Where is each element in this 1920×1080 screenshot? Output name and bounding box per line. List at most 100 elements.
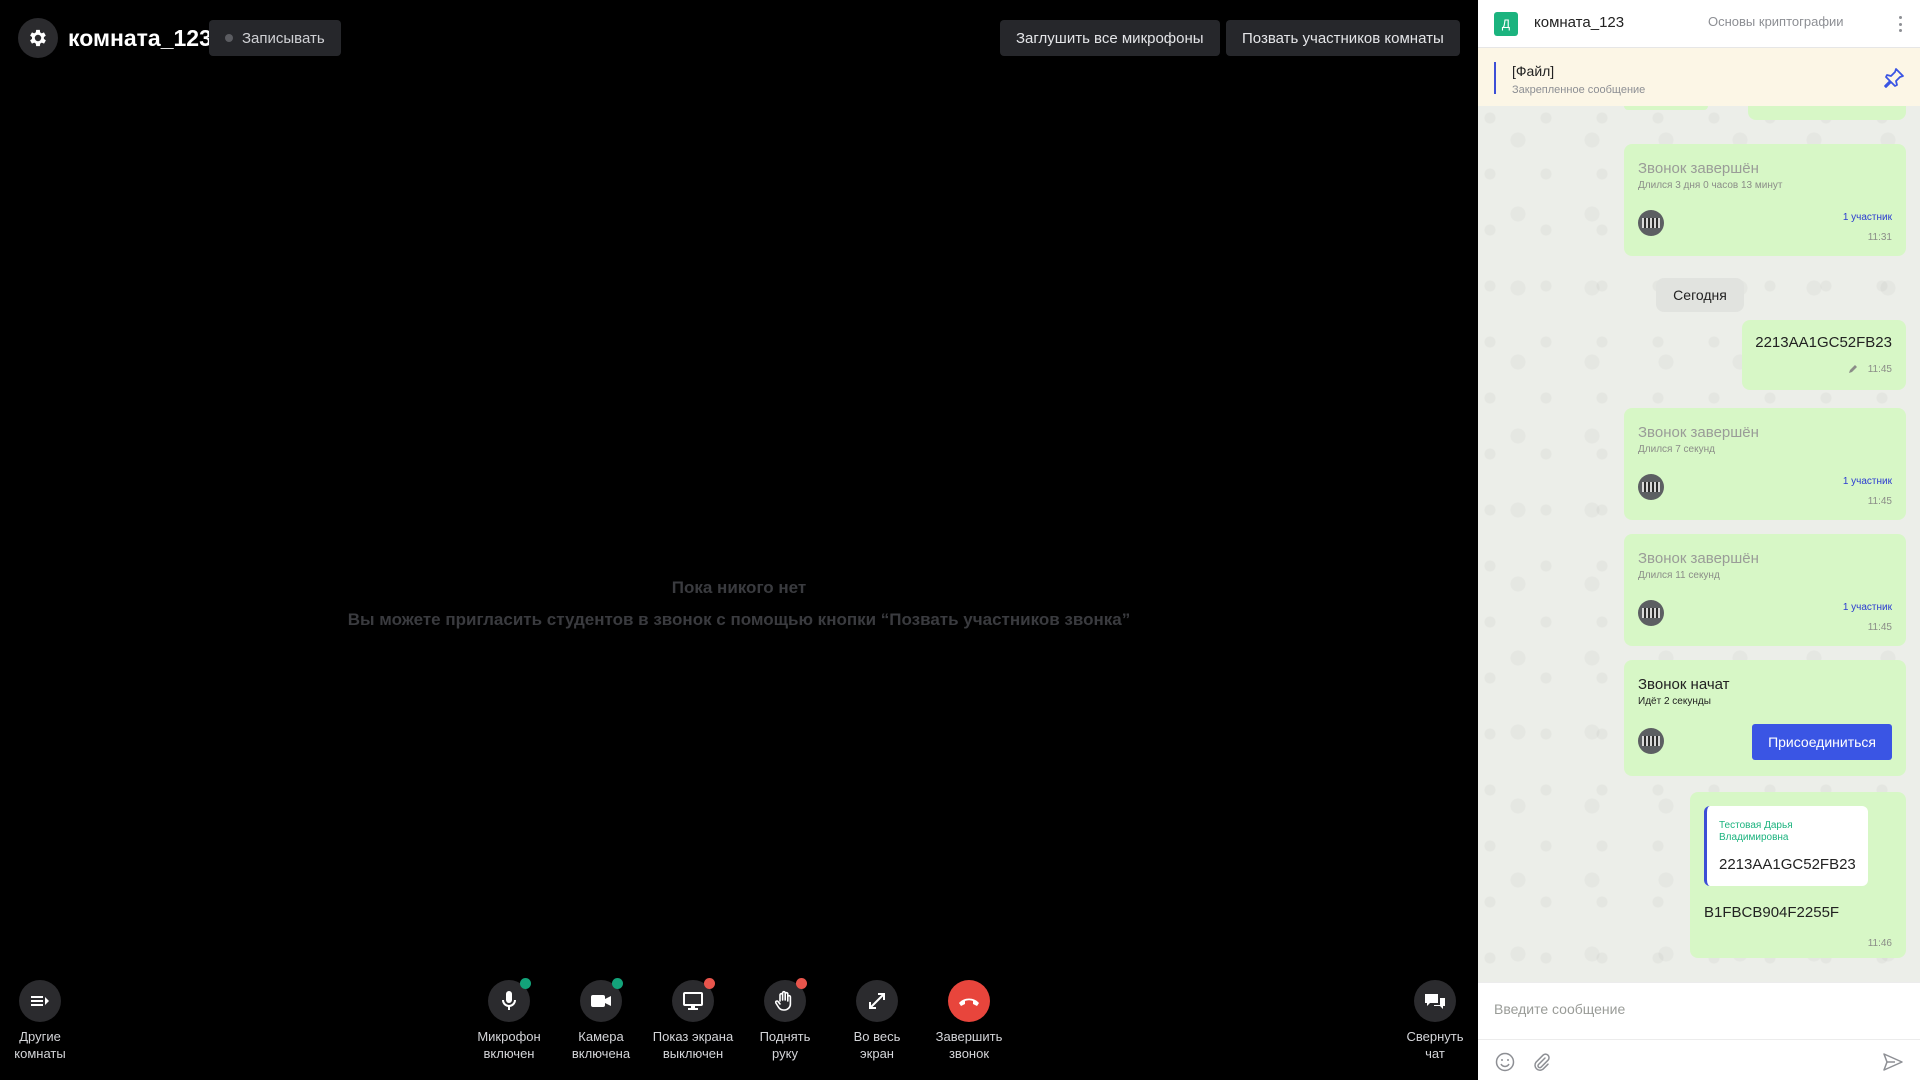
mic-control[interactable]: Микрофон включен [461,978,557,1062]
text-message[interactable]: 2213AA1GC52FB23 11:45 [1742,320,1906,390]
invite-participants-button[interactable]: Позвать участников комнаты [1226,20,1460,56]
end-call-button[interactable] [948,980,990,1022]
camera-status-indicator [612,978,623,989]
call-ended-message[interactable]: Звонок завершён Длился 3 дня 0 часов 13 … [1624,144,1906,256]
room-title: комната_123 [68,25,212,51]
smile-icon [1495,1052,1515,1072]
other-rooms-control[interactable]: Другие комнаты [0,980,88,1062]
record-button[interactable]: Записывать [209,20,341,56]
record-label: Записывать [242,29,325,47]
call-title: Звонок завершён [1638,424,1759,441]
message-text: B1FBCB904F2255F [1704,904,1840,921]
call-started-message[interactable]: Звонок начат Идёт 2 секунды Присоединить… [1624,660,1906,776]
attach-button[interactable] [1530,1051,1552,1073]
participant-avatar [1638,474,1664,500]
quoted-message[interactable]: Тестовая Дарья Владимировна 2213AA1GC52F… [1704,806,1868,886]
call-duration: Длился 3 дня 0 часов 13 минут [1638,180,1783,191]
raise-hand-control[interactable]: Поднять руку [737,978,833,1062]
mic-button[interactable] [488,978,531,1022]
call-duration: Длился 11 секунд [1638,570,1720,581]
hand-icon [775,990,792,1011]
call-ended-message[interactable]: Звонок завершён Длился 7 секунд 1 участн… [1624,408,1906,520]
call-ended-message[interactable]: Звонок завершён Длился 11 секунд 1 участ… [1624,534,1906,646]
call-area: комната_123 Записывать Заглушить все мик… [0,0,1478,1080]
send-icon [1883,1053,1903,1071]
app-window: комната_123 Записывать Заглушить все мик… [0,0,1920,1080]
raise-hand-button[interactable] [764,978,807,1022]
reply-message[interactable]: Тестовая Дарья Владимировна 2213AA1GC52F… [1690,792,1906,958]
screen-share-status-indicator [704,978,715,989]
more-options-icon[interactable] [1892,13,1908,35]
call-title: Звонок завершён [1638,160,1759,177]
camera-label: Камера включена [571,1029,631,1061]
hang-up-icon [959,998,979,1006]
chat-header: Д комната_123 Основы криптографии [1478,0,1920,48]
message-text: 2213AA1GC52FB23 [1755,334,1892,351]
expand-icon [869,993,885,1009]
raise-hand-status-indicator [796,978,807,989]
camera-control[interactable]: Камера включена [553,978,649,1062]
mic-label: Микрофон включен [477,1029,541,1061]
chat-panel: Д комната_123 Основы криптографии [Файл]… [1478,0,1920,1080]
call-title: Звонок начат [1638,676,1730,693]
rooms-list-icon [31,996,49,1006]
pinned-bar [1494,62,1496,94]
message-fragment [1624,106,1708,110]
collapse-chat-control[interactable]: Свернуть чат [1387,980,1483,1062]
quote-author: Тестовая Дарья Владимировна [1719,820,1793,843]
collapse-chat-button[interactable] [1414,980,1456,1022]
message-time: 11:46 [1867,938,1892,949]
microphone-icon [502,991,516,1010]
pinned-message[interactable]: [Файл] Закрепленное сообщение [1478,48,1920,106]
mute-all-button[interactable]: Заглушить все микрофоны [1000,20,1220,56]
settings-button[interactable] [18,18,58,58]
participant-avatar [1638,210,1664,236]
other-rooms-button[interactable] [19,980,61,1022]
empty-state-title: Пока никого нет [671,578,807,597]
camera-button[interactable] [580,978,623,1022]
join-call-button[interactable]: Присоединиться [1752,724,1892,760]
fullscreen-button[interactable] [856,980,898,1022]
monitor-icon [683,992,703,1010]
fullscreen-control[interactable]: Во весь экран [829,980,925,1062]
quote-text: 2213AA1GC52FB23 [1719,856,1856,873]
screen-share-label: Показ экрана выключен [652,1029,734,1061]
other-rooms-label: Другие комнаты [14,1029,66,1061]
camera-icon [591,995,611,1007]
participant-avatar [1638,728,1664,754]
screen-share-control[interactable]: Показ экрана выключен [645,978,741,1062]
participant-avatar [1638,600,1664,626]
end-call-label: Завершить звонок [935,1029,1003,1061]
mic-status-indicator [520,978,531,989]
screen-share-button[interactable] [672,978,715,1022]
chat-avatar: Д [1494,12,1518,36]
date-separator: Сегодня [1656,278,1744,312]
message-fragment [1748,106,1906,120]
pinned-title: [Файл] [1512,63,1555,79]
gear-icon [30,29,46,47]
send-button[interactable] [1882,1051,1904,1073]
fullscreen-label: Во весь экран [853,1029,901,1061]
end-call-control[interactable]: Завершить звонок [921,980,1017,1062]
call-participants-link[interactable]: 1 участник [1843,212,1892,223]
message-time: 11:45 [1867,496,1892,507]
composer-divider [1478,1039,1920,1040]
message-time: 11:45 [1867,364,1892,375]
message-input[interactable]: Введите сообщение [1494,1001,1625,1017]
call-duration: Идёт 2 секунды [1638,696,1711,707]
record-dot-icon [225,34,233,42]
message-time: 11:45 [1867,622,1892,633]
call-participants-link[interactable]: 1 участник [1843,476,1892,487]
call-participants-link[interactable]: 1 участник [1843,602,1892,613]
emoji-button[interactable] [1494,1051,1516,1073]
empty-state-text: Вы можете пригласить студентов в звонок … [347,610,1131,629]
chat-name: комната_123 [1534,14,1625,31]
call-duration: Длился 7 секунд [1638,444,1715,455]
chat-bubbles-icon [1425,994,1445,1009]
pin-icon[interactable] [1882,66,1906,90]
collapse-chat-label: Свернуть чат [1406,1029,1464,1061]
chat-course: Основы криптографии [1708,14,1844,29]
message-list[interactable]: Звонок завершён Длился 3 дня 0 часов 13 … [1478,106,1920,982]
message-composer: Введите сообщение [1478,982,1920,1080]
edited-pencil-icon [1849,365,1857,373]
